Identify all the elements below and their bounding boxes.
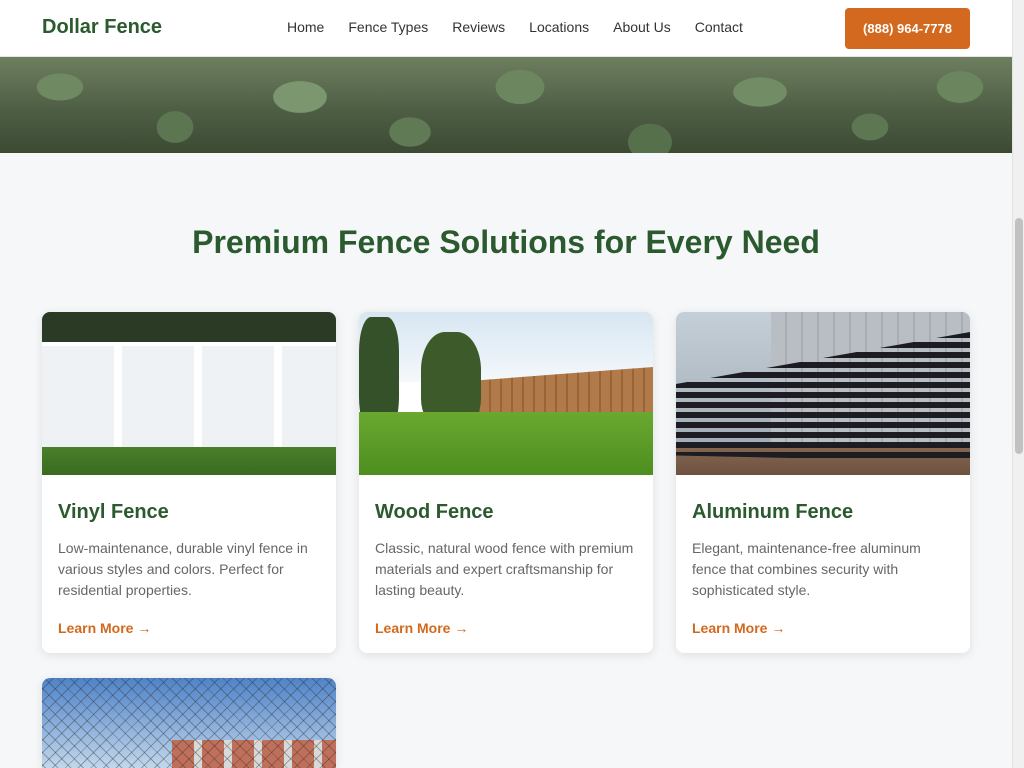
- nav-locations[interactable]: Locations: [529, 19, 589, 35]
- card-description: Low-maintenance, durable vinyl fence in …: [58, 540, 308, 598]
- learn-more-link[interactable]: Learn More →: [58, 620, 320, 636]
- card-vinyl-fence[interactable]: Vinyl Fence Low-maintenance, durable vin…: [42, 312, 336, 653]
- card-wood-fence[interactable]: Wood Fence Classic, natural wood fence w…: [359, 312, 653, 653]
- learn-more-link[interactable]: Learn More →: [375, 620, 637, 636]
- card-description: Classic, natural wood fence with premium…: [375, 540, 634, 598]
- chain-link-fence-image: [42, 678, 336, 768]
- nav-contact[interactable]: Contact: [695, 19, 743, 35]
- wood-fence-image: [359, 312, 653, 475]
- learn-more-link[interactable]: Learn More →: [692, 620, 954, 636]
- image-grass: [42, 447, 336, 475]
- site-header: Dollar Fence Home Fence Types Reviews Lo…: [0, 0, 1012, 57]
- section-title: Premium Fence Solutions for Every Need: [192, 224, 820, 260]
- scrollbar-thumb[interactable]: [1015, 218, 1023, 454]
- image-fence-mesh: [42, 678, 336, 768]
- image-backdrop: [42, 312, 336, 342]
- vinyl-fence-image: [42, 312, 336, 475]
- page-scrollbar[interactable]: [1012, 0, 1024, 768]
- phone-button[interactable]: (888) 964-7778: [845, 8, 970, 49]
- nav-home[interactable]: Home: [287, 19, 324, 35]
- logo[interactable]: Dollar Fence: [42, 16, 162, 39]
- hero-image: [0, 57, 1012, 153]
- card-title: Aluminum Fence: [692, 501, 854, 523]
- card-aluminum-fence[interactable]: Aluminum Fence Elegant, maintenance-free…: [676, 312, 970, 653]
- nav-fence-types[interactable]: Fence Types: [348, 19, 428, 35]
- card-description: Elegant, maintenance-free aluminum fence…: [692, 540, 921, 598]
- card-title: Wood Fence: [375, 501, 494, 523]
- aluminum-fence-image: [676, 312, 970, 475]
- nav-reviews[interactable]: Reviews: [452, 19, 505, 35]
- main-nav: Home Fence Types Reviews Locations About…: [287, 19, 767, 35]
- card-chain-link-fence[interactable]: [42, 678, 336, 768]
- image-fence: [42, 342, 336, 447]
- image-grass: [359, 412, 653, 475]
- card-title: Vinyl Fence: [58, 501, 169, 523]
- nav-about-us[interactable]: About Us: [613, 19, 671, 35]
